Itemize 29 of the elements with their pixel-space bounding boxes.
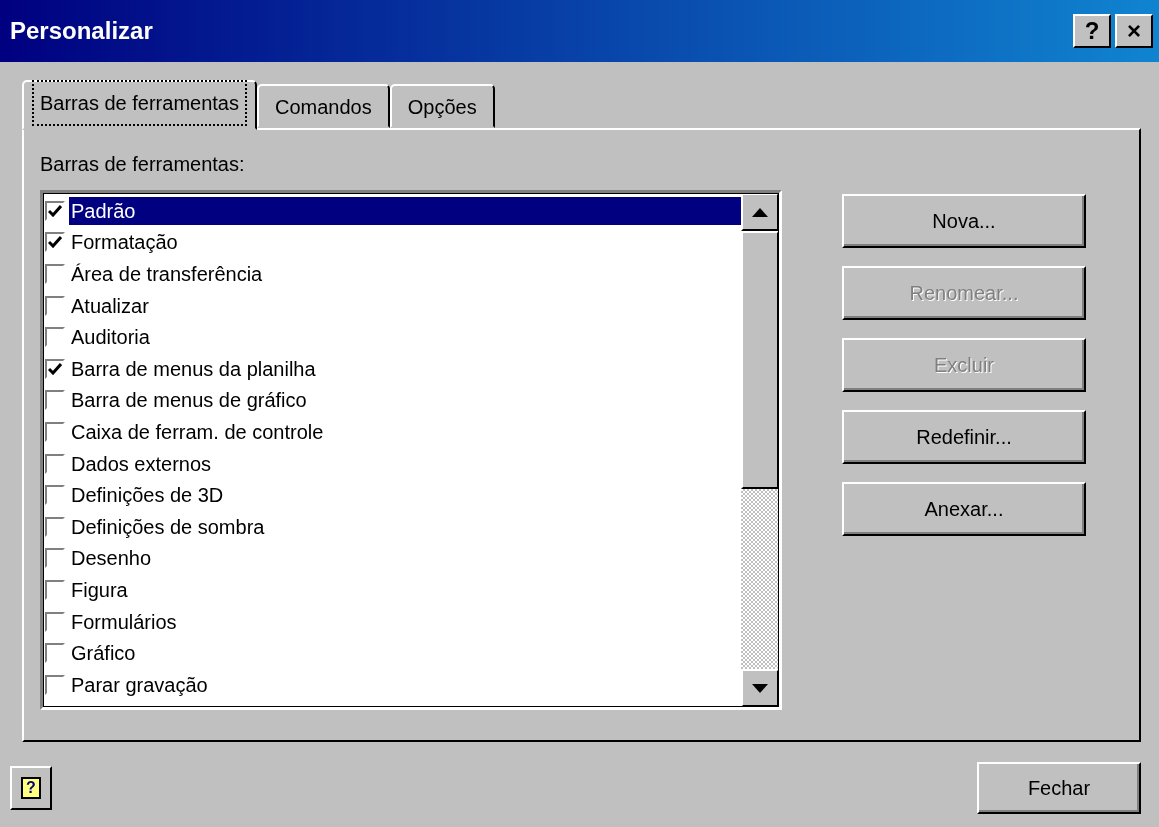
tab[interactable]: Barras de ferramentas [22,80,257,130]
list-item[interactable]: Desenho [69,544,154,573]
list-label: Barras de ferramentas: [40,153,245,175]
list-item[interactable]: Gráfico [69,639,138,668]
list-item[interactable]: Definições de sombra [69,512,267,541]
reset-button[interactable]: Redefinir... [842,410,1086,464]
list-item[interactable]: Barra de menus de gráfico [69,386,309,415]
help-icon: ? [21,777,41,799]
list-item[interactable]: Atualizar [69,291,151,320]
attach-button[interactable]: Anexar... [842,482,1086,536]
list-item[interactable]: Dados externos [69,449,214,478]
list-item[interactable]: Área de transferência [69,260,265,288]
close-button[interactable]: × [1115,14,1153,48]
list-item[interactable]: Figura [69,575,130,604]
list-item[interactable]: Caixa de ferram. de controle [69,417,326,446]
list-item[interactable]: Formulários [69,607,179,636]
list-item[interactable]: Auditoria [69,323,152,352]
close-button[interactable]: Fechar [977,762,1141,814]
help-button[interactable]: ? [10,766,52,810]
list-item[interactable]: Formatação [69,228,180,257]
list-item[interactable]: Padrão [69,196,741,225]
list-item[interactable]: Parar gravação [69,670,210,699]
tab[interactable]: Opções [389,84,495,128]
tab[interactable]: Comandos [257,84,390,128]
new-button[interactable]: Nova... [842,194,1086,248]
help-button[interactable]: ? [1073,14,1111,48]
list-item[interactable]: Barra de menus da planilha [69,354,318,383]
window-title: Personalizar [10,16,154,46]
list-item[interactable]: Definições de 3D [69,481,226,510]
